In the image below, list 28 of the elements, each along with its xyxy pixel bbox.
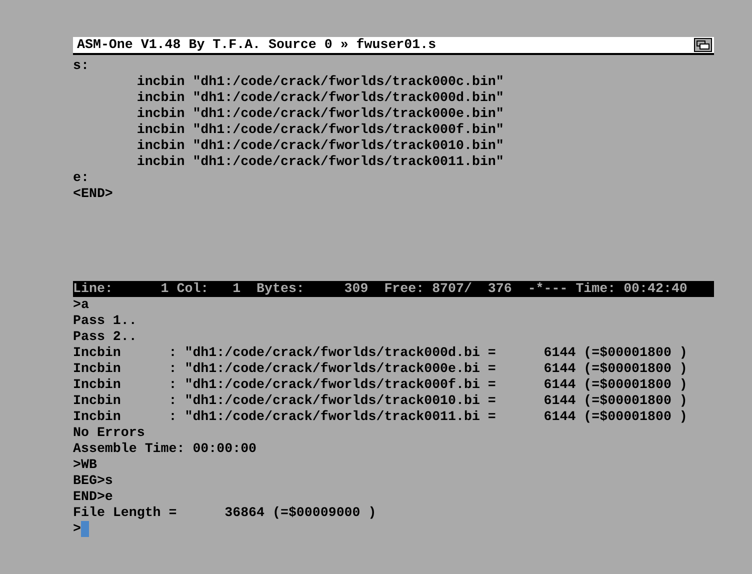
console-line: Incbin : "dh1:/code/crack/fworlds/track0011.bi = 6144 (=$00001800 ) — [73, 409, 688, 425]
window-title: ASM-One V1.48 By T.F.A. Source 0 » fwuser01.s — [77, 37, 436, 53]
console-line: Incbin : "dh1:/code/crack/fworlds/track000e.bi = 6144 (=$00001800 ) — [73, 361, 688, 377]
console-line: >WB — [73, 457, 98, 473]
console-line: Pass 1.. — [73, 313, 138, 329]
console-line: BEG>s — [73, 473, 114, 489]
text-cursor-icon — [80, 521, 89, 537]
code-line: incbin "dh1:/code/crack/fworlds/track000d.bin" — [136, 90, 505, 106]
code-line: s: — [73, 58, 90, 74]
console-line: File Length = 36864 (=$00009000 ) — [73, 505, 378, 521]
depth-gadget-icon[interactable] — [694, 38, 712, 52]
command-prompt: > — [73, 521, 81, 537]
console-line: END>e — [73, 489, 114, 505]
code-line: incbin "dh1:/code/crack/fworlds/track0011.bin" — [136, 154, 505, 170]
code-line: <END> — [73, 186, 114, 202]
console-line: Incbin : "dh1:/code/crack/fworlds/track000d.bi = 6144 (=$00001800 ) — [73, 345, 688, 361]
console-line: No Errors — [73, 425, 146, 441]
code-line: e: — [73, 170, 90, 186]
code-line: incbin "dh1:/code/crack/fworlds/track000e.bin" — [136, 106, 505, 122]
console-line: Pass 2.. — [73, 329, 138, 345]
code-line: incbin "dh1:/code/crack/fworlds/track000c.bin" — [136, 74, 505, 90]
console-line: Incbin : "dh1:/code/crack/fworlds/track0010.bi = 6144 (=$00001800 ) — [73, 393, 688, 409]
console-line: Incbin : "dh1:/code/crack/fworlds/track000f.bi = 6144 (=$00001800 ) — [73, 377, 688, 393]
console-line: >a — [73, 297, 90, 313]
code-line: incbin "dh1:/code/crack/fworlds/track0010.bin" — [136, 138, 505, 154]
status-bar: Line: 1 Col: 1 Bytes: 309 Free: 8707/ 376 -*--- Time: 00:42:40 — [73, 281, 714, 297]
code-line: incbin "dh1:/code/crack/fworlds/track000f.bin" — [136, 122, 505, 138]
console-line: Assemble Time: 00:00:00 — [73, 441, 258, 457]
